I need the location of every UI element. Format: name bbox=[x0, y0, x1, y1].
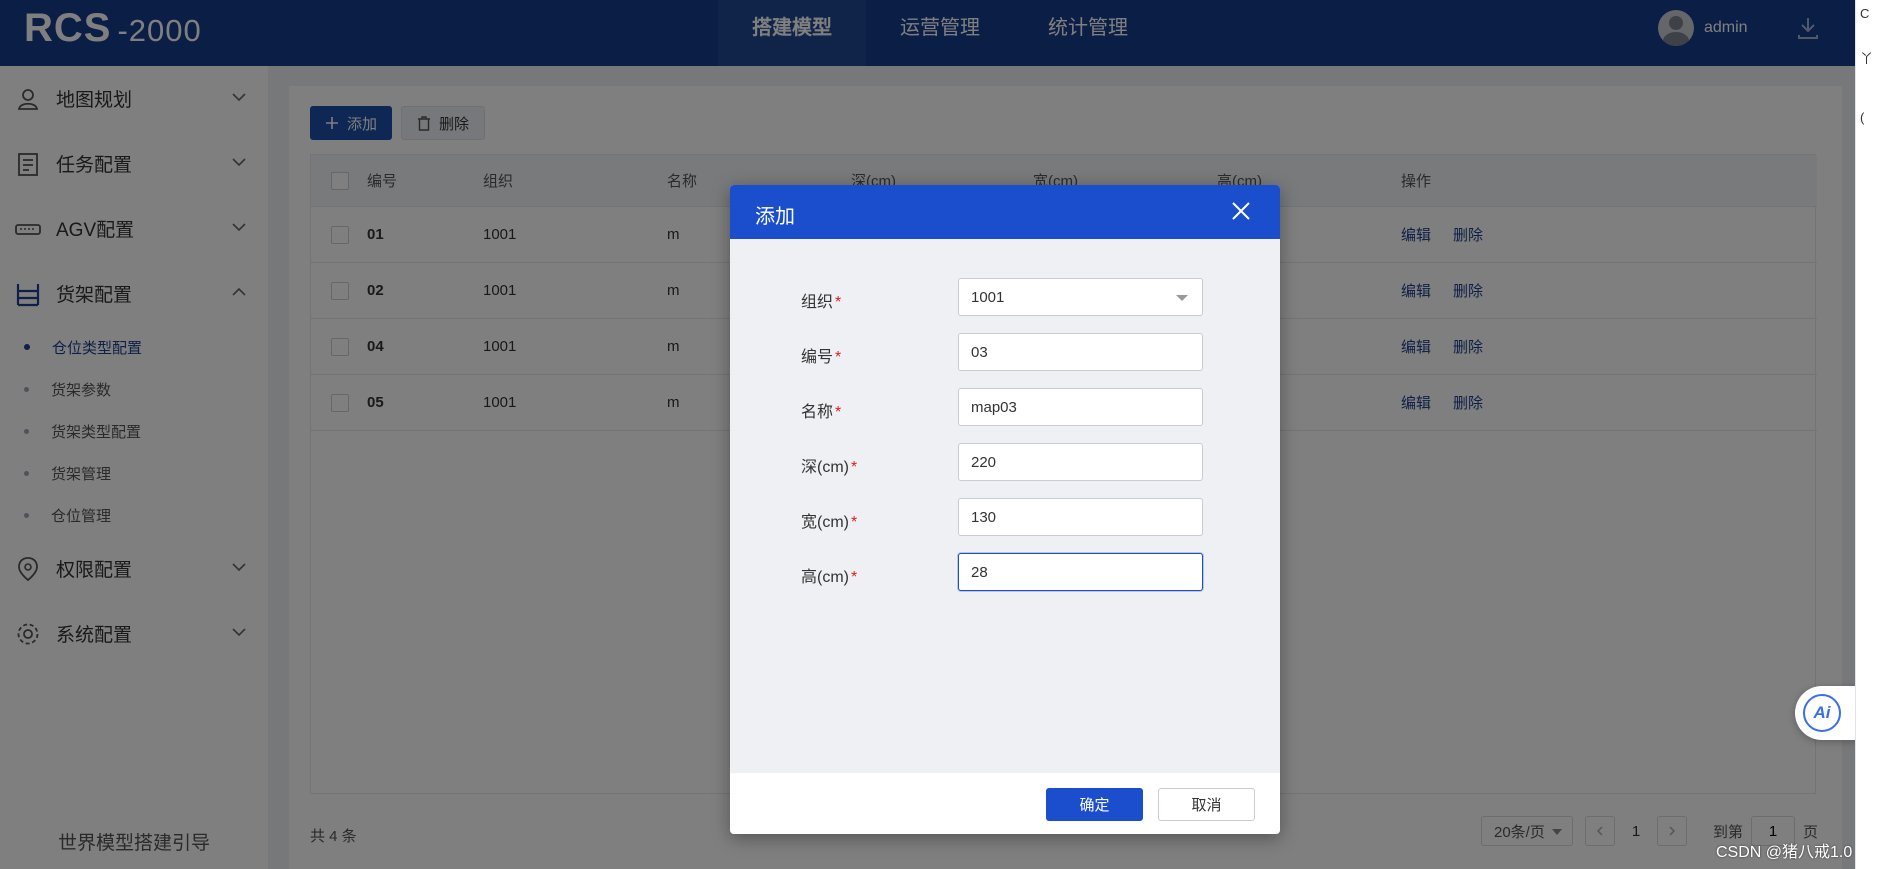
app-window: RCS-2000 搭建模型 运营管理 统计管理 admin 地图规划 任务配置 bbox=[0, 0, 1857, 869]
dialog-title: 添加 bbox=[755, 206, 795, 228]
dialog-footer: 确定 取消 bbox=[730, 773, 1280, 834]
dialog-header: 添加 bbox=[730, 185, 1280, 239]
org-select[interactable]: 1001 bbox=[958, 278, 1203, 316]
adjacent-window-strip: C 丫 ( bbox=[1855, 0, 1878, 869]
caret-down-icon bbox=[1176, 295, 1188, 301]
ai-icon: Ai bbox=[1803, 694, 1841, 732]
depth-input[interactable] bbox=[958, 443, 1203, 481]
field-label-text: 深(cm) bbox=[801, 459, 849, 476]
field-label-text: 宽(cm) bbox=[801, 514, 849, 531]
height-input[interactable] bbox=[958, 553, 1203, 591]
width-input[interactable] bbox=[958, 498, 1203, 536]
field-label: 深(cm) * bbox=[801, 453, 857, 477]
strip-glyph: C bbox=[1860, 6, 1870, 21]
field-label-text: 高(cm) bbox=[801, 569, 849, 586]
cancel-button[interactable]: 取消 bbox=[1158, 788, 1255, 821]
code-input[interactable] bbox=[958, 333, 1203, 371]
confirm-button[interactable]: 确定 bbox=[1046, 788, 1143, 821]
add-dialog: 添加 组织* 1001 编号* 名称* 深(cm)* 宽(cm)* 高(c bbox=[730, 185, 1280, 834]
form-row-width: 宽(cm) * bbox=[730, 498, 1280, 538]
strip-glyph: 丫 bbox=[1860, 51, 1874, 66]
required-mark: * bbox=[851, 459, 858, 476]
field-label-text: 组织 bbox=[801, 294, 834, 311]
field-label: 编号 * bbox=[801, 343, 841, 367]
field-label: 名称 * bbox=[801, 398, 841, 422]
required-mark: * bbox=[835, 404, 842, 421]
ai-assistant-button[interactable]: Ai bbox=[1795, 686, 1857, 740]
field-label-text: 编号 bbox=[801, 349, 834, 366]
org-select-value: 1001 bbox=[971, 288, 1005, 306]
field-label: 宽(cm) * bbox=[801, 508, 857, 532]
field-label: 高(cm) * bbox=[801, 563, 857, 587]
required-mark: * bbox=[835, 349, 842, 366]
form-row-height: 高(cm) * bbox=[730, 553, 1280, 593]
form-row-depth: 深(cm) * bbox=[730, 443, 1280, 483]
field-label-text: 名称 bbox=[801, 404, 834, 421]
watermark: CSDN @猪八戒1.0 bbox=[1716, 844, 1853, 861]
form-row-code: 编号 * bbox=[730, 333, 1280, 373]
required-mark: * bbox=[835, 294, 842, 311]
name-input[interactable] bbox=[958, 388, 1203, 426]
strip-glyph: ( bbox=[1860, 110, 1865, 125]
required-mark: * bbox=[851, 569, 858, 586]
form-row-org: 组织 * 1001 bbox=[730, 278, 1280, 318]
close-icon[interactable] bbox=[1230, 200, 1252, 222]
field-label: 组织 * bbox=[801, 288, 841, 312]
required-mark: * bbox=[851, 514, 858, 531]
form-row-name: 名称 * bbox=[730, 388, 1280, 428]
